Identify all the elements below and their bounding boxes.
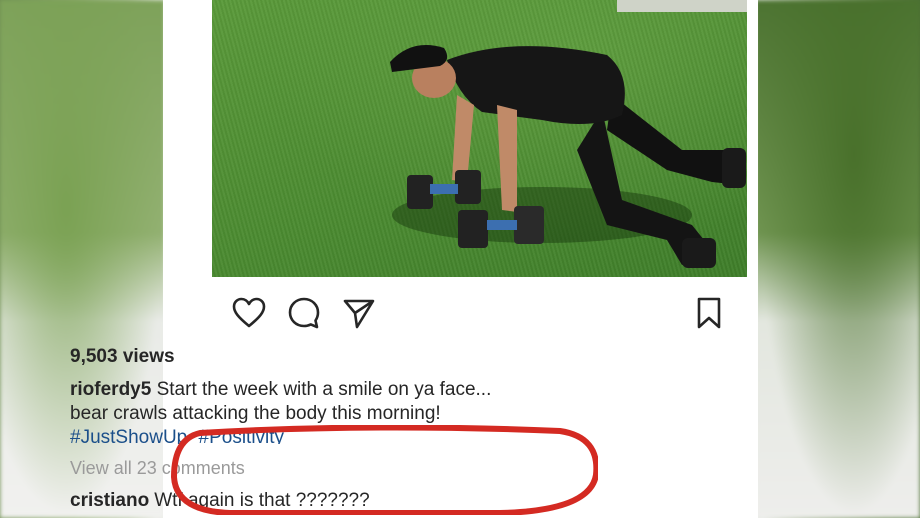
- screenshot-stage: 9,503 views rioferdy5 Start the week wit…: [0, 0, 920, 518]
- comment-row: cristiano Wtf again is that ???????: [70, 490, 370, 512]
- post-actions-bar: [229, 293, 759, 333]
- hashtag-link[interactable]: #JustShowUp: [70, 427, 187, 444]
- view-all-comments-link[interactable]: View all 23 comments: [70, 458, 245, 479]
- post-video[interactable]: [212, 0, 747, 277]
- hashtag-link[interactable]: #Positivity: [199, 427, 285, 444]
- paper-plane-icon[interactable]: [339, 293, 379, 333]
- views-count[interactable]: 9,503 views: [70, 346, 175, 368]
- comment-text: Wtf again is that ???????: [154, 490, 370, 511]
- comment-bubble-icon[interactable]: [284, 293, 324, 333]
- comment-username[interactable]: cristiano: [70, 490, 149, 511]
- caption-text-line2: bear crawls attacking the body this morn…: [70, 403, 441, 424]
- caption-username[interactable]: rioferdy5: [70, 379, 151, 400]
- hashtags-row: #JustShowUp #Positivity: [70, 426, 290, 444]
- man-doing-bear-crawl-figure: [390, 45, 746, 268]
- heart-icon[interactable]: [229, 293, 269, 333]
- bookmark-icon[interactable]: [689, 293, 729, 333]
- post-caption: rioferdy5 Start the week with a smile on…: [70, 378, 590, 426]
- caption-text-line1: Start the week with a smile on ya face..…: [156, 379, 492, 400]
- blurred-background-right: [755, 0, 920, 518]
